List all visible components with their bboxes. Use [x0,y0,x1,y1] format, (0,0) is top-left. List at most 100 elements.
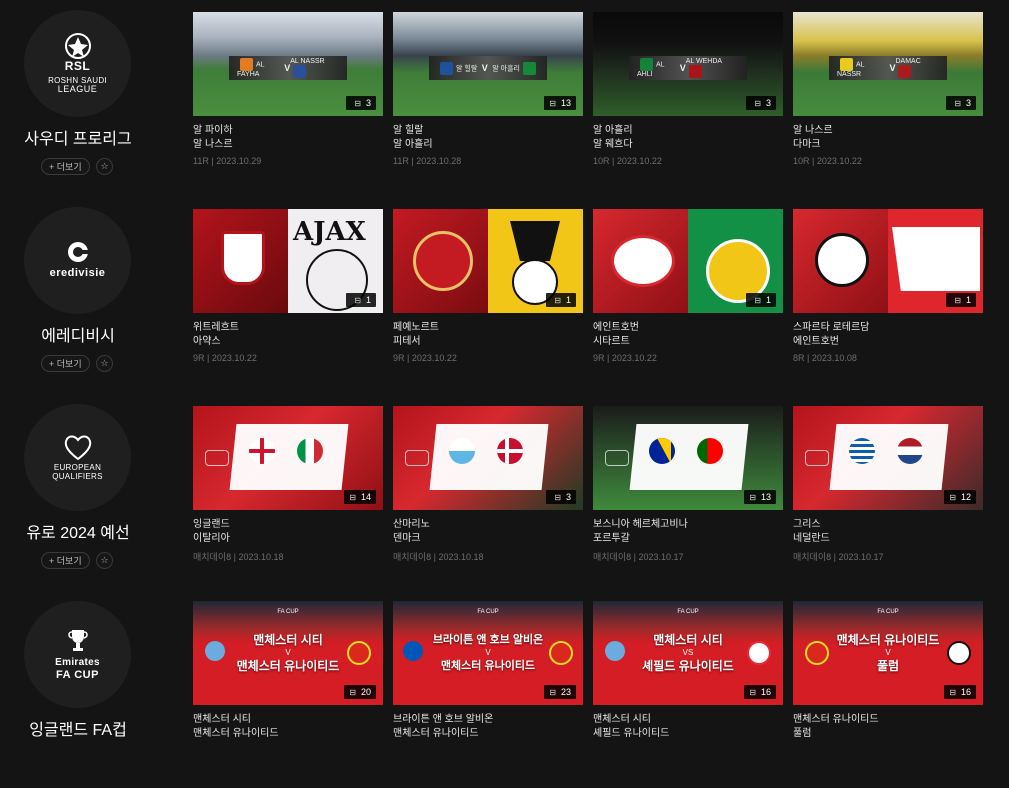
video-card[interactable]: 알 힐랄 V 알 아흘리 ⊟ 13 알 힐랄 알 아흘리 11R | 2023.1… [393,12,583,166]
video-thumbnail[interactable]: ⊟ 14 [193,406,383,510]
match-meta: 9R | 2023.10.22 [593,353,657,363]
match-team-2[interactable]: 맨체스터 유나이티드 [193,727,383,741]
video-card[interactable]: AJAX ⊟ 1 위트레흐트 아약스 9R | 2023.10.22 [193,209,383,363]
video-card[interactable]: ⊟ 1 에인트호번 시타르트 9R | 2023.10.22 [593,209,783,363]
more-button[interactable]: + 더보기 [41,158,90,175]
match-team-1[interactable]: 보스니아 헤르체고비나 [593,518,783,532]
league-name[interactable]: 사우디 프로리그 [0,125,156,149]
match-team-2[interactable]: 네덜란드 [793,532,983,546]
league-name[interactable]: 유로 2024 예선 [0,519,156,543]
match-meta: 10R | 2023.10.22 [593,156,662,166]
match-team-2[interactable]: 풀럼 [793,727,983,741]
match-team-2[interactable]: 시타르트 [593,335,783,349]
match-team-1[interactable]: 산마리노 [393,518,583,532]
match-team-2[interactable]: 맨체스터 유나이티드 [393,727,583,741]
video-card[interactable]: ⊟ 12 그리스 네덜란드 매치데이8 | 2023.10.17 [793,406,983,563]
match-team-2[interactable]: 포르투갈 [593,532,783,546]
match-team-1[interactable]: 페예노르트 [393,321,583,335]
video-thumbnail[interactable]: ⊟ 1 [593,209,783,313]
league-logo-rsl[interactable]: RSL ROSHN SAUDI LEAGUE [24,10,131,117]
match-team-1[interactable]: 그리스 [793,518,983,532]
match-team-1[interactable]: 알 나스르 [793,124,983,138]
playlist-icon: ⊟ [754,98,761,108]
league-logo-fa-cup[interactable]: Emirates FA CUP [24,601,131,708]
home-team-label: AL AHLI [637,58,680,78]
video-thumbnail[interactable]: ⊟ 1 [793,209,983,313]
video-card[interactable]: ⊟ 1 페예노르트 피테서 9R | 2023.10.22 [393,209,583,363]
match-team-2[interactable]: 알 웨흐다 [593,138,783,152]
match-team-1[interactable]: 맨체스터 시티 [593,713,783,727]
favorite-star-icon[interactable]: ☆ [96,355,113,372]
team-crest-icon [523,61,536,75]
video-thumbnail[interactable]: ⊟ 12 [793,406,983,510]
clip-count-badge: ⊟ 14 [344,490,376,504]
home-team-label: 알 힐랄 [437,61,477,75]
more-button[interactable]: + 더보기 [41,552,90,569]
match-team-1[interactable]: 알 파이하 [193,124,383,138]
playlist-icon: ⊟ [549,98,556,108]
match-team-1[interactable]: 알 아흘리 [593,124,783,138]
match-team-2[interactable]: 에인트호번 [793,335,983,349]
playlist-icon: ⊟ [954,295,961,305]
video-thumbnail[interactable]: FA CUP 맨체스터 유나이티드 V 풀럼 ⊟ 16 [793,601,983,705]
video-thumbnail[interactable]: ⊟ 1 [393,209,583,313]
video-card[interactable]: AL AHLI V AL WEHDA ⊟ 3 알 아흘리 알 웨흐다 10R | … [593,12,783,166]
match-team-1[interactable]: 에인트호번 [593,321,783,335]
match-team-2[interactable]: 다마크 [793,138,983,152]
match-team-1[interactable]: 알 힐랄 [393,124,583,138]
man-united-crest-icon [549,641,573,665]
match-team-2[interactable]: 알 아흘리 [393,138,583,152]
match-team-2[interactable]: 알 나스르 [193,138,383,152]
video-thumbnail[interactable]: AJAX ⊟ 1 [193,209,383,313]
video-card[interactable]: FA CUP 맨체스터 시티 VS 셰필드 유나이티드 ⊟ 16 맨체스터 시티 … [593,601,783,741]
match-team-1[interactable]: 스파르타 로테르담 [793,321,983,335]
video-card[interactable]: FA CUP 맨체스터 시티 V 맨체스터 유나이티드 ⊟ 20 맨체스터 시티 … [193,601,383,741]
video-card[interactable]: AL FAYHA V AL NASSR ⊟ 3 알 파이하 알 나스르 11R |… [193,12,383,166]
league-header: RSL ROSHN SAUDI LEAGUE 사우디 프로리그 + 더보기 ☆ [0,0,180,197]
match-meta: 매치데이8 | 2023.10.17 [793,552,884,562]
favorite-star-icon[interactable]: ☆ [96,158,113,175]
video-thumbnail[interactable]: FA CUP 맨체스터 시티 V 맨체스터 유나이티드 ⊟ 20 [193,601,383,705]
video-thumbnail[interactable]: AL NASSR V DAMAC ⊟ 3 [793,12,983,116]
video-card[interactable]: FA CUP 맨체스터 유나이티드 V 풀럼 ⊟ 16 맨체스터 유나이티드 풀럼 [793,601,983,741]
video-card[interactable]: ⊟ 13 보스니아 헤르체고비나 포르투갈 매치데이8 | 2023.10.17 [593,406,783,563]
match-team-2[interactable]: 덴마크 [393,532,583,546]
match-meta: 9R | 2023.10.22 [393,353,457,363]
rsl-crest-icon [64,32,91,59]
video-card[interactable]: ⊟ 14 잉글랜드 이탈리아 매치데이8 | 2023.10.18 [193,406,383,563]
more-button[interactable]: + 더보기 [41,355,90,372]
clip-count-badge: ⊟ 16 [744,685,776,699]
match-team-1[interactable]: 잉글랜드 [193,518,383,532]
league-name[interactable]: 잉글랜드 FA컵 [0,716,156,740]
league-logo-euro-qualifiers[interactable]: EUROPEAN QUALIFIERS [24,404,131,511]
match-team-2[interactable]: 이탈리아 [193,532,383,546]
away-team-label: 알 아흘리 [492,61,539,75]
match-team-2[interactable]: 셰필드 유나이티드 [593,727,783,741]
video-thumbnail[interactable]: FA CUP 브라이튼 앤 호브 알비온 V 맨체스터 유나이티드 ⊟ 23 [393,601,583,705]
team-crest-icon [240,58,253,71]
video-card[interactable]: AL NASSR V DAMAC ⊟ 3 알 나스르 다마크 10R | 2023… [793,12,983,166]
uefa-heart-icon [64,435,91,460]
match-team-1[interactable]: 위트레흐트 [193,321,383,335]
video-thumbnail[interactable]: 알 힐랄 V 알 아흘리 ⊟ 13 [393,12,583,116]
video-thumbnail[interactable]: FA CUP 맨체스터 시티 VS 셰필드 유나이티드 ⊟ 16 [593,601,783,705]
match-team-2[interactable]: 아약스 [193,335,383,349]
match-team-2[interactable]: 피테서 [393,335,583,349]
clip-count-badge: ⊟ 23 [544,685,576,699]
video-thumbnail[interactable]: ⊟ 13 [593,406,783,510]
video-card[interactable]: FA CUP 브라이튼 앤 호브 알비온 V 맨체스터 유나이티드 ⊟ 23 브라… [393,601,583,741]
flag-england-icon [249,438,275,464]
video-card[interactable]: ⊟ 1 스파르타 로테르담 에인트호번 8R | 2023.10.08 [793,209,983,363]
video-thumbnail[interactable]: AL AHLI V AL WEHDA ⊟ 3 [593,12,783,116]
video-thumbnail[interactable]: AL FAYHA V AL NASSR ⊟ 3 [193,12,383,116]
league-name[interactable]: 에레디비시 [0,322,156,346]
match-team-1[interactable]: 맨체스터 유나이티드 [793,713,983,727]
league-logo-eredivisie[interactable]: eredivisie [24,207,131,314]
playlist-icon: ⊟ [749,687,756,697]
match-team-1[interactable]: 브라이튼 앤 호브 알비온 [393,713,583,727]
video-card[interactable]: ⊟ 3 산마리노 덴마크 매치데이8 | 2023.10.18 [393,406,583,563]
video-thumbnail[interactable]: ⊟ 3 [393,406,583,510]
match-team-1[interactable]: 맨체스터 시티 [193,713,383,727]
favorite-star-icon[interactable]: ☆ [96,552,113,569]
league-section-euro-qualifiers: EUROPEAN QUALIFIERS 유로 2024 예선 + 더보기 ☆ ⊟… [0,394,1009,591]
